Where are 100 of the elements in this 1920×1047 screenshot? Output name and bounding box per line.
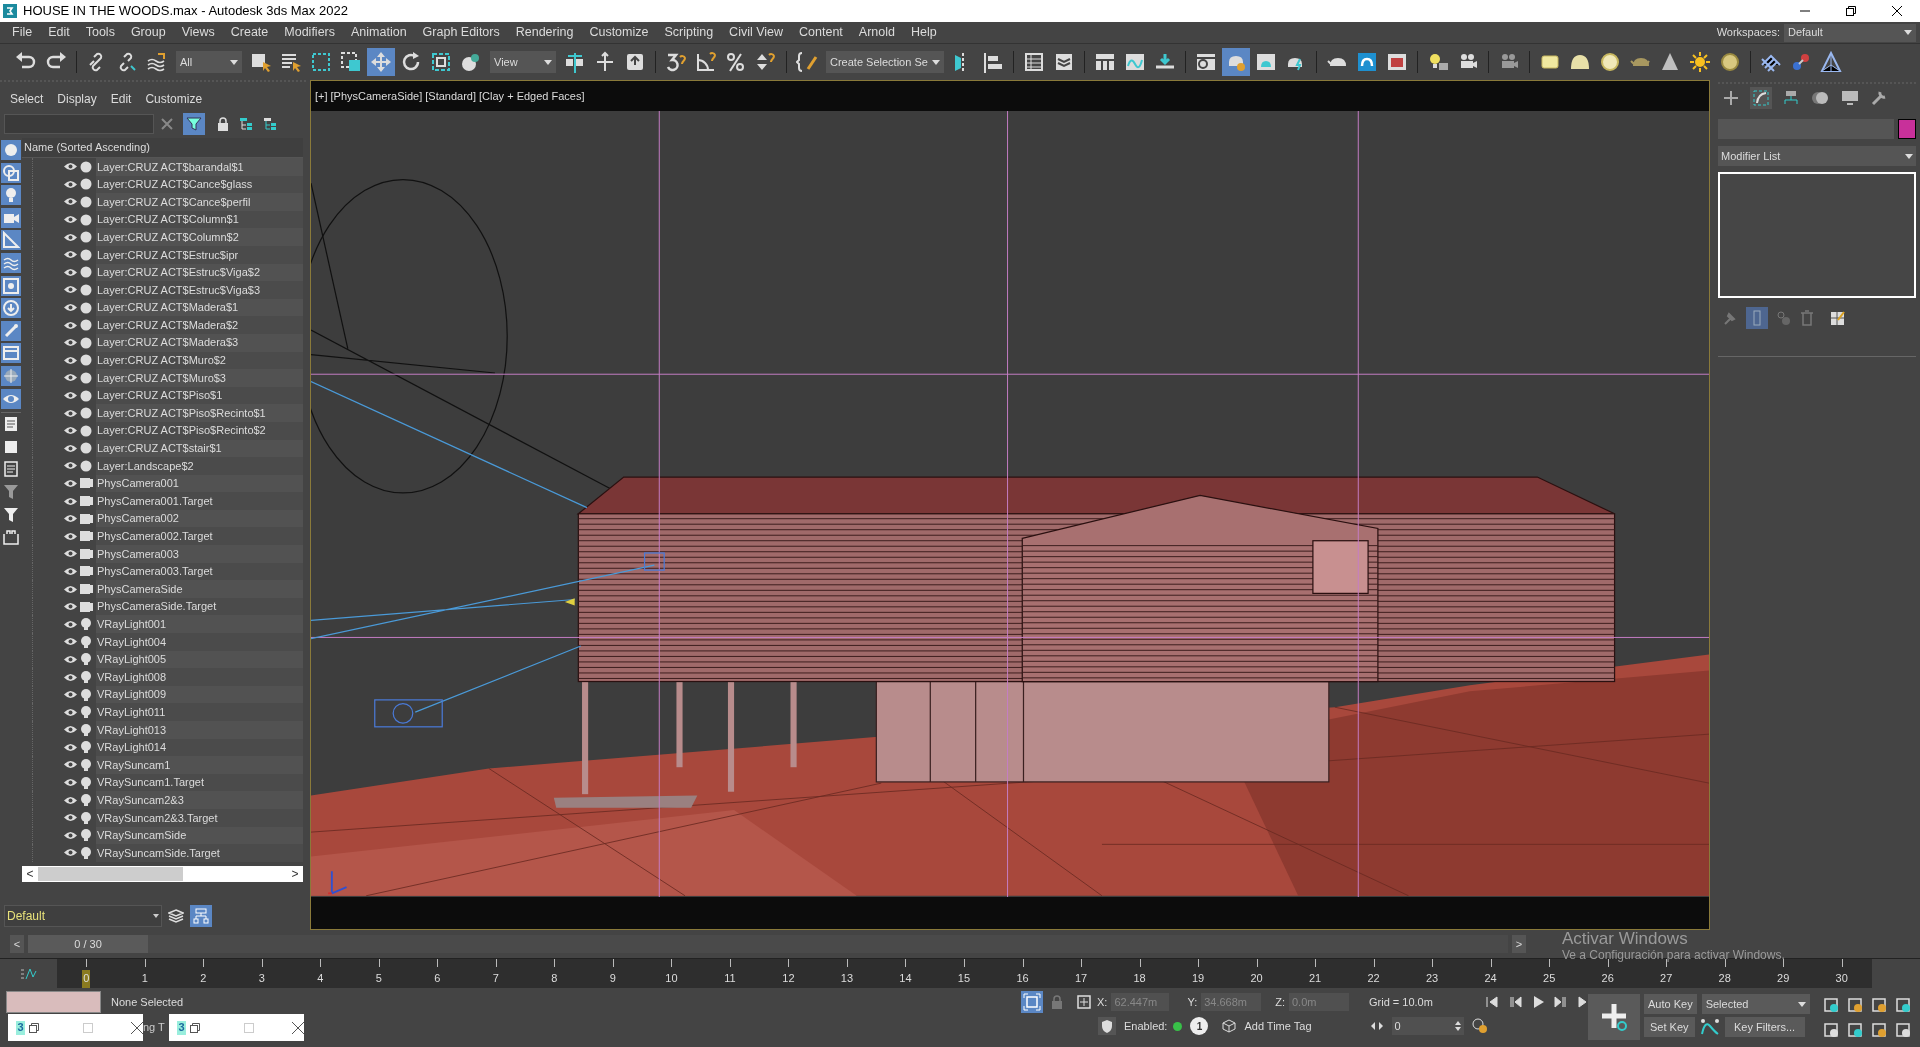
menu-item[interactable]: Customize bbox=[145, 90, 203, 108]
frozen-filter-icon[interactable] bbox=[1, 365, 21, 386]
auto-key-button[interactable]: Auto Key bbox=[1644, 994, 1697, 1014]
eye-icon[interactable] bbox=[64, 637, 80, 647]
eye-icon[interactable] bbox=[64, 479, 80, 488]
menu-item[interactable]: Create bbox=[222, 23, 277, 42]
eye-icon[interactable] bbox=[64, 250, 80, 260]
eye-icon[interactable] bbox=[64, 162, 80, 172]
menu-item[interactable]: Animation bbox=[343, 23, 415, 42]
menu-item[interactable]: Customize bbox=[581, 23, 657, 42]
tree-item[interactable]: VRayLight008 bbox=[96, 668, 303, 686]
spinner-arrows-icon[interactable] bbox=[1454, 1021, 1461, 1031]
eye-icon[interactable] bbox=[64, 566, 80, 576]
tree-item[interactable]: VRaySuncam1 bbox=[96, 756, 303, 774]
curve-editor-icon[interactable] bbox=[19, 966, 38, 981]
tree-item[interactable]: VRayLight011 bbox=[96, 703, 303, 721]
restore-icon[interactable] bbox=[1846, 6, 1856, 16]
scrollbar-thumb[interactable] bbox=[38, 866, 183, 881]
eye-icon[interactable] bbox=[64, 531, 80, 541]
menu-item[interactable]: Edit bbox=[40, 23, 78, 42]
eye-icon[interactable] bbox=[64, 338, 80, 348]
tree-item[interactable]: PhysCamera003 bbox=[96, 545, 303, 563]
time-slider-track[interactable]: 0 / 30 bbox=[28, 935, 1508, 953]
menu-item[interactable]: Graph Editors bbox=[414, 23, 508, 42]
previous-key-icon[interactable] bbox=[1507, 995, 1522, 1009]
named-selection-dropdown[interactable]: Create Selection Se bbox=[826, 51, 944, 73]
menu-item[interactable]: Modifiers bbox=[276, 23, 343, 42]
eye-icon[interactable] bbox=[64, 602, 80, 612]
create-icon[interactable] bbox=[1722, 89, 1740, 107]
eye-icon[interactable] bbox=[64, 426, 80, 436]
space-warp-filter-icon[interactable] bbox=[1, 252, 21, 273]
wrench-icon[interactable] bbox=[1870, 89, 1888, 107]
modify-tab[interactable] bbox=[1750, 87, 1772, 109]
eye-icon[interactable] bbox=[64, 778, 80, 788]
taskbar-preview[interactable]: 3 bbox=[8, 1014, 143, 1041]
eye-icon[interactable] bbox=[64, 813, 80, 823]
menu-item[interactable]: Group bbox=[122, 23, 174, 42]
hierarchy-icon[interactable] bbox=[239, 117, 253, 131]
eye-icon[interactable] bbox=[64, 373, 80, 383]
add-time-tag-button[interactable]: Add Time Tag bbox=[1244, 1017, 1312, 1035]
document-icon[interactable] bbox=[1, 459, 21, 480]
eye-icon[interactable] bbox=[64, 355, 80, 365]
viewport-label[interactable]: [+] bbox=[315, 87, 328, 105]
menu-item[interactable]: Display bbox=[57, 90, 97, 108]
frame-spinner[interactable]: 0 bbox=[1391, 1017, 1464, 1035]
isolate-button[interactable] bbox=[1021, 991, 1043, 1013]
close-icon[interactable] bbox=[131, 1021, 143, 1034]
scroll-left-arrow[interactable]: < bbox=[22, 864, 38, 883]
menu-item[interactable]: Select bbox=[10, 90, 44, 108]
restore-icon[interactable] bbox=[190, 1022, 200, 1033]
key-filters-button[interactable]: Key Filters... bbox=[1724, 1017, 1805, 1037]
close-icon[interactable] bbox=[1892, 6, 1902, 16]
lock-icon[interactable] bbox=[217, 117, 229, 131]
eye-icon[interactable] bbox=[64, 461, 80, 471]
taskbar-preview[interactable]: 3 bbox=[169, 1014, 304, 1041]
eye-icon[interactable] bbox=[64, 654, 80, 664]
tree-item[interactable]: VRaySuncam2&3 bbox=[96, 791, 303, 809]
set-keys-button[interactable] bbox=[1588, 994, 1640, 1040]
helper-filter-icon[interactable] bbox=[1, 230, 21, 251]
menu-item[interactable]: Civil View bbox=[721, 23, 792, 42]
container-icon[interactable] bbox=[1, 527, 21, 548]
column-header[interactable]: Name (Sorted Ascending) bbox=[22, 138, 303, 158]
menu-item[interactable]: Edit bbox=[110, 90, 132, 108]
eye-icon[interactable] bbox=[64, 496, 80, 506]
eye-icon[interactable] bbox=[64, 672, 80, 682]
scroll-right-arrow[interactable]: > bbox=[287, 864, 303, 883]
selection-filter-dropdown[interactable]: All bbox=[176, 51, 242, 73]
eye-icon[interactable] bbox=[64, 179, 80, 189]
menu-item[interactable]: Arnold bbox=[850, 23, 903, 42]
group-filter-icon[interactable] bbox=[1, 275, 21, 296]
modifier-list-dropdown[interactable]: Modifier List bbox=[1718, 146, 1916, 166]
next-frame-button[interactable]: > bbox=[1512, 935, 1526, 953]
eye-icon[interactable] bbox=[64, 848, 80, 858]
tree-item[interactable]: PhysCamera002.Target bbox=[96, 527, 303, 546]
menu-item[interactable]: Views bbox=[173, 23, 223, 42]
eye-icon[interactable] bbox=[64, 285, 80, 295]
previous-frame-button[interactable]: < bbox=[10, 935, 24, 953]
maxscript-listener-field[interactable] bbox=[6, 991, 101, 1013]
menu-item[interactable]: Scripting bbox=[656, 23, 722, 42]
key-mode-dropdown[interactable]: Selected bbox=[1701, 994, 1810, 1014]
eye-icon[interactable] bbox=[64, 443, 80, 453]
viewport-label[interactable]: [Clay + Edged Faces] bbox=[479, 87, 585, 105]
eye-icon[interactable] bbox=[64, 391, 80, 400]
layers-icon[interactable] bbox=[168, 908, 184, 924]
shapes-filter-icon[interactable] bbox=[1, 162, 21, 183]
tree-item[interactable]: Layer:CRUZ ACT$barandal$1 bbox=[96, 158, 303, 176]
light-filter-icon[interactable] bbox=[1, 185, 21, 206]
hierarchy-icon[interactable] bbox=[263, 117, 277, 131]
tree-item[interactable]: Layer:CRUZ ACT$Cance$perfil bbox=[96, 193, 303, 211]
eye-icon[interactable] bbox=[64, 619, 80, 629]
tree-item[interactable]: Layer:CRUZ ACT$Madera$2 bbox=[96, 316, 303, 334]
camera-filter-icon[interactable] bbox=[1, 207, 21, 228]
clear-icon[interactable] bbox=[161, 118, 173, 130]
restore-icon[interactable] bbox=[29, 1022, 39, 1033]
tree-item[interactable]: Layer:CRUZ ACT$Estruc$Viga$3 bbox=[96, 281, 303, 299]
bone-filter-icon[interactable] bbox=[1, 320, 21, 341]
modifier-stack[interactable] bbox=[1718, 172, 1916, 298]
eye-icon[interactable] bbox=[64, 514, 80, 524]
horizontal-scrollbar[interactable]: < > bbox=[22, 865, 303, 882]
tree-item[interactable]: PhysCamera001.Target bbox=[96, 492, 303, 510]
